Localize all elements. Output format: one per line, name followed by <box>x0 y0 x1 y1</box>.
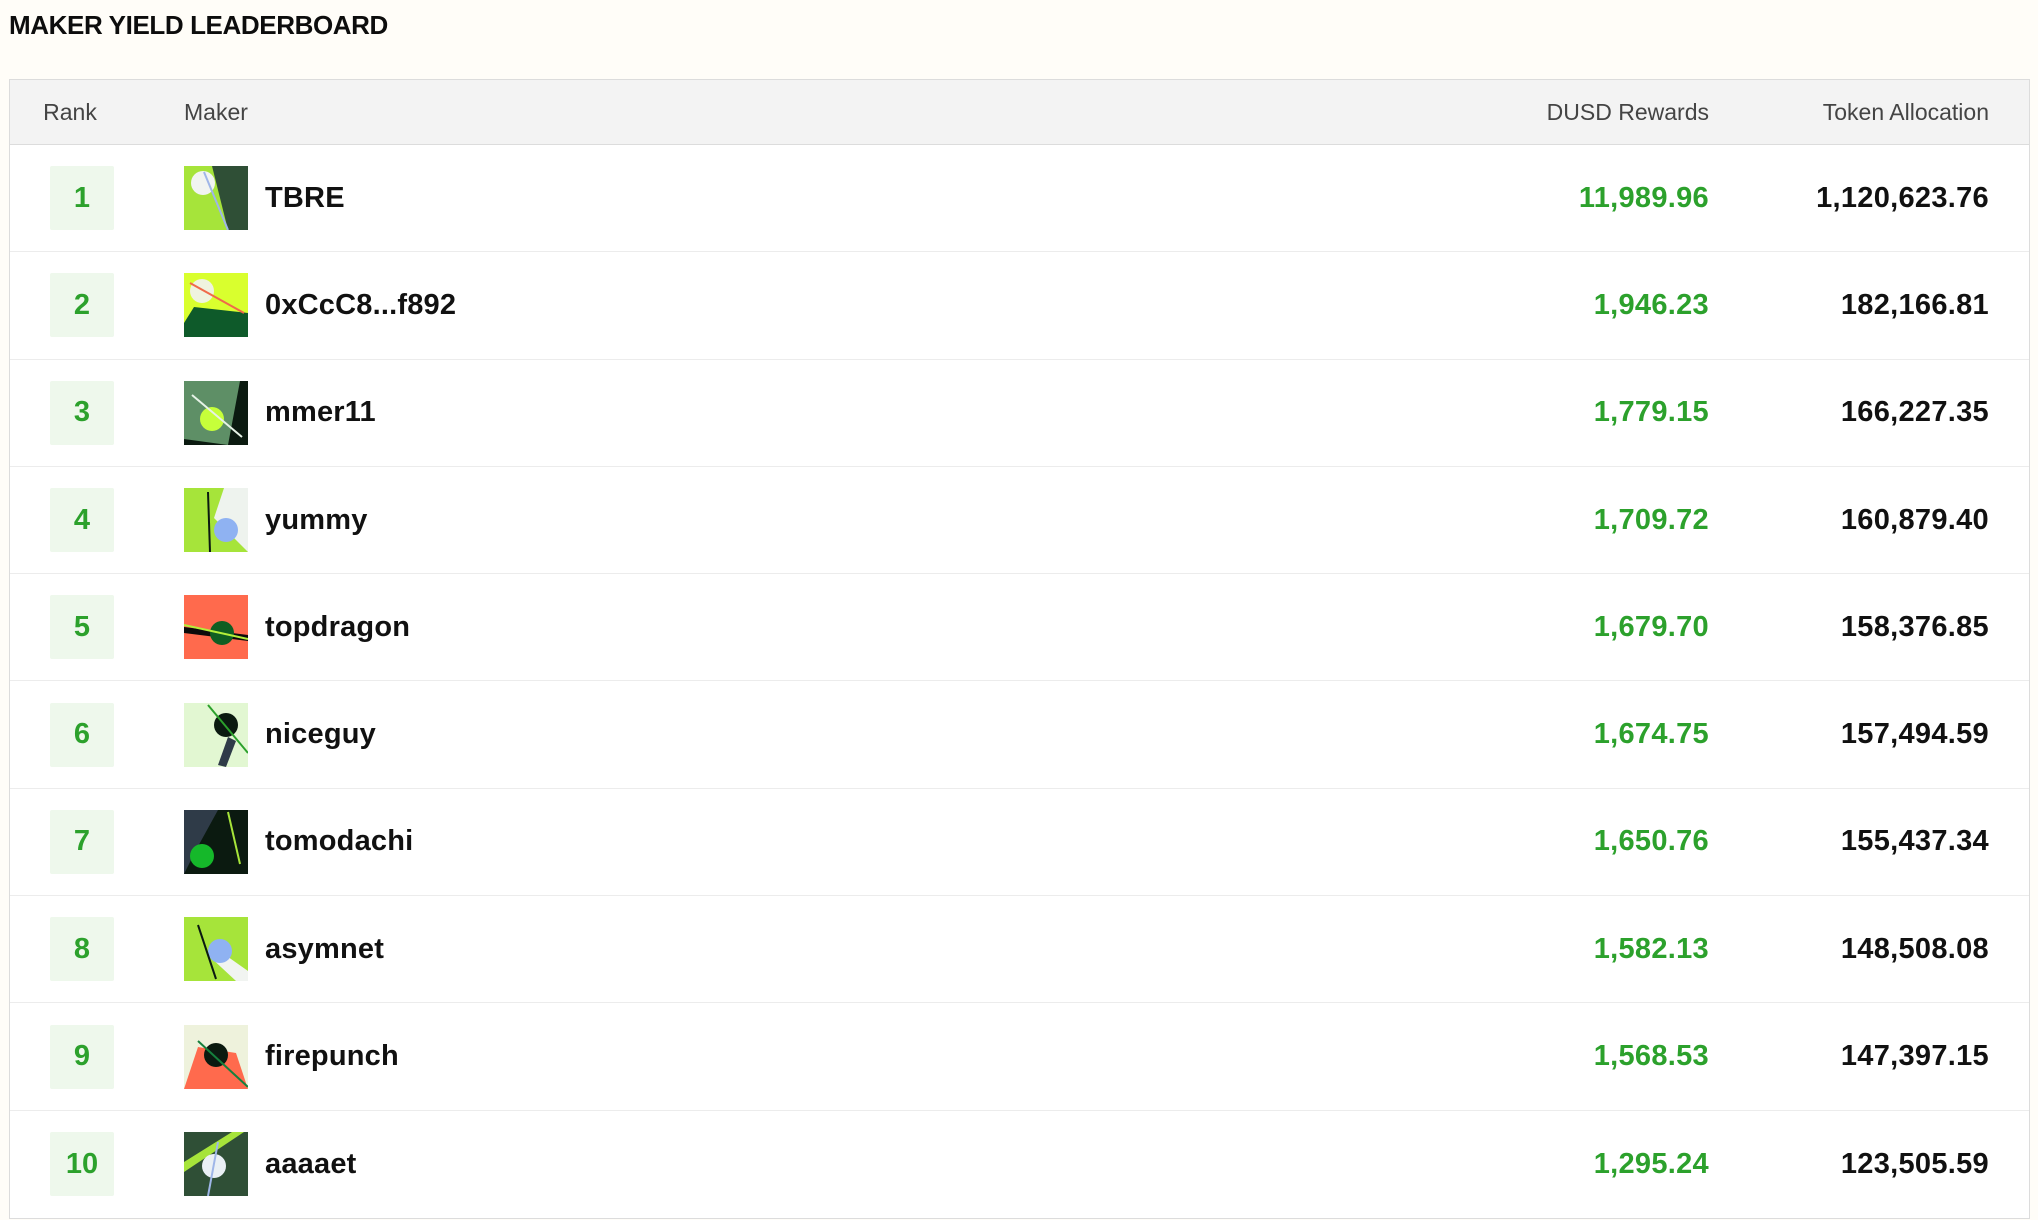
abstract-avatar-icon <box>184 595 248 660</box>
table-row[interactable]: 2 0xCcC8...f892 1,946.23 182,166.81 <box>10 252 2029 360</box>
dusd-rewards-value: 1,674.75 <box>1593 718 1709 751</box>
maker-name[interactable]: tomodachi <box>265 825 413 858</box>
dusd-rewards-value: 1,779.15 <box>1593 396 1709 429</box>
header-dusd-rewards[interactable]: DUSD Rewards <box>1349 99 1709 126</box>
token-allocation-value: 158,376.85 <box>1840 610 1989 643</box>
table-row[interactable]: 3 mmer11 1,779.15 166,227.35 <box>10 360 2029 467</box>
table-row[interactable]: 1 TBRE 11,989.96 1,120,623.76 <box>10 145 2029 253</box>
dusd-rewards-value: 1,650.76 <box>1593 825 1709 858</box>
token-allocation-value: 123,505.59 <box>1840 1147 1989 1180</box>
rank-badge: 2 <box>50 273 114 338</box>
table-row[interactable]: 6 niceguy 1,674.75 157,494.59 <box>10 681 2029 789</box>
page-title: MAKER YIELD LEADERBOARD <box>9 10 388 40</box>
rank-badge: 9 <box>50 1024 114 1089</box>
rank-badge: 5 <box>50 595 114 660</box>
dusd-rewards-value: 1,295.24 <box>1593 1147 1709 1180</box>
rank-badge: 8 <box>50 917 114 982</box>
abstract-avatar-icon <box>184 702 248 767</box>
header-maker[interactable]: Maker <box>130 99 1349 126</box>
abstract-avatar-icon <box>184 1024 248 1089</box>
dusd-rewards-value: 1,582.13 <box>1593 932 1709 965</box>
maker-name[interactable]: mmer11 <box>265 396 376 429</box>
maker-name[interactable]: 0xCcC8...f892 <box>265 289 456 322</box>
maker-name[interactable]: yummy <box>265 504 368 537</box>
maker-name[interactable]: asymnet <box>265 933 384 966</box>
abstract-avatar-icon <box>184 166 248 231</box>
table-row[interactable]: 4 yummy 1,709.72 160,879.40 <box>10 467 2029 575</box>
token-allocation-value: 160,879.40 <box>1840 503 1989 536</box>
token-allocation-value: 182,166.81 <box>1840 288 1989 321</box>
abstract-avatar-icon <box>184 488 248 553</box>
token-allocation-value: 166,227.35 <box>1840 396 1989 429</box>
token-allocation-value: 155,437.34 <box>1840 825 1989 858</box>
header-token-allocation[interactable]: Token Allocation <box>1709 99 2029 126</box>
abstract-avatar-icon <box>184 380 248 445</box>
dusd-rewards-value: 1,709.72 <box>1593 503 1709 536</box>
abstract-avatar-icon <box>184 1132 248 1197</box>
table-row[interactable]: 8 asymnet 1,582.13 148,508.08 <box>10 896 2029 1004</box>
maker-name[interactable]: aaaaet <box>265 1148 357 1181</box>
dusd-rewards-value: 1,946.23 <box>1593 288 1709 321</box>
maker-name[interactable]: firepunch <box>265 1040 399 1073</box>
table-header: Rank Maker DUSD Rewards Token Allocation <box>10 80 2029 145</box>
dusd-rewards-value: 1,568.53 <box>1593 1040 1709 1073</box>
rank-badge: 7 <box>50 809 114 874</box>
token-allocation-value: 157,494.59 <box>1840 718 1989 751</box>
token-allocation-value: 148,508.08 <box>1840 932 1989 965</box>
dusd-rewards-value: 11,989.96 <box>1578 181 1709 214</box>
maker-name[interactable]: TBRE <box>265 182 345 215</box>
leaderboard-page: MAKER YIELD LEADERBOARD Rank Maker DUSD … <box>0 0 2038 1220</box>
rank-badge: 6 <box>50 702 114 767</box>
dusd-rewards-value: 1,679.70 <box>1593 610 1709 643</box>
table-row[interactable]: 7 tomodachi 1,650.76 155,437.34 <box>10 789 2029 897</box>
maker-name[interactable]: niceguy <box>265 718 376 751</box>
abstract-avatar-icon <box>184 809 248 874</box>
rank-badge: 10 <box>50 1132 114 1197</box>
token-allocation-value: 147,397.15 <box>1840 1040 1989 1073</box>
abstract-avatar-icon <box>184 917 248 982</box>
abstract-avatar-icon <box>184 273 248 338</box>
table-row[interactable]: 9 firepunch 1,568.53 147,397.15 <box>10 1003 2029 1111</box>
table-row[interactable]: 10 aaaaet 1,295.24 123,505.59 <box>10 1111 2029 1218</box>
table-row[interactable]: 5 topdragon 1,679.70 158,376.85 <box>10 574 2029 682</box>
rank-badge: 4 <box>50 488 114 553</box>
token-allocation-value: 1,120,623.76 <box>1816 181 1989 214</box>
rank-badge: 1 <box>50 166 114 231</box>
rank-badge: 3 <box>50 380 114 445</box>
header-rank[interactable]: Rank <box>10 99 130 126</box>
leaderboard-table: Rank Maker DUSD Rewards Token Allocation… <box>9 79 2030 1219</box>
maker-name[interactable]: topdragon <box>265 611 410 644</box>
